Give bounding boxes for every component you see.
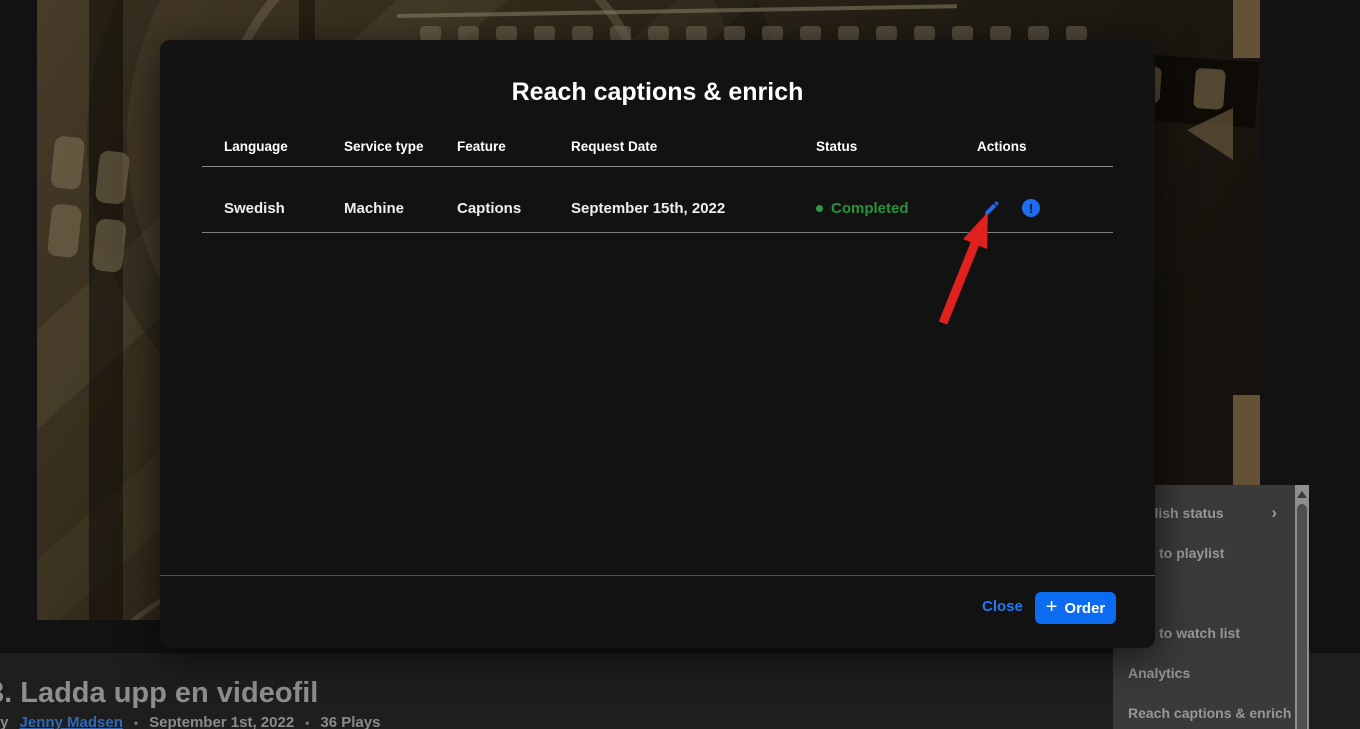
table-header-row: Language Service type Feature Request Da…: [202, 139, 1113, 154]
scroll-up-arrow-icon[interactable]: [1297, 491, 1307, 498]
modal-title: Reach captions & enrich: [160, 78, 1155, 107]
header-feature: Feature: [457, 139, 571, 154]
separator-dot: •: [134, 716, 138, 729]
separator-dot: •: [305, 716, 309, 729]
cell-feature: Captions: [457, 200, 571, 217]
status-label: Completed: [831, 200, 909, 217]
menu-item-label: Analytics: [1128, 665, 1190, 681]
video-title: 3. Ladda upp en videofil: [0, 677, 318, 710]
close-button[interactable]: Close: [982, 598, 1023, 615]
header-service-type: Service type: [344, 139, 457, 154]
scrollbar-thumb[interactable]: [1297, 504, 1307, 729]
order-button-label: Order: [1064, 600, 1105, 617]
menu-item-reach-captions-enrich[interactable]: Reach captions & enrich: [1113, 693, 1309, 729]
cell-service-type: Machine: [344, 200, 457, 217]
plays-count: 36 Plays: [320, 714, 380, 729]
menu-item-analytics[interactable]: Analytics: [1113, 653, 1309, 693]
status-dot-icon: [816, 205, 823, 212]
video-meta-row: by Jenny Madsen • September 1st, 2022 • …: [0, 714, 380, 729]
publish-date: September 1st, 2022: [149, 714, 294, 729]
reach-captions-modal: Reach captions & enrich Language Service…: [160, 40, 1155, 648]
author-link[interactable]: Jenny Madsen: [20, 714, 123, 729]
header-divider: [202, 166, 1113, 167]
plus-icon: +: [1046, 597, 1058, 617]
menu-scrollbar[interactable]: [1295, 485, 1309, 729]
menu-item-label: Reach captions & enrich: [1128, 705, 1291, 721]
chevron-right-icon: ›: [1271, 503, 1277, 523]
red-annotation-arrow: [920, 195, 1030, 340]
header-language: Language: [224, 139, 344, 154]
byline-prefix: by: [0, 714, 9, 729]
order-button[interactable]: + Order: [1035, 592, 1116, 624]
cell-language: Swedish: [224, 200, 344, 217]
header-request-date: Request Date: [571, 139, 816, 154]
header-actions: Actions: [977, 139, 1113, 154]
header-status: Status: [816, 139, 977, 154]
cell-request-date: September 15th, 2022: [571, 200, 816, 217]
footer-divider: [160, 575, 1155, 576]
